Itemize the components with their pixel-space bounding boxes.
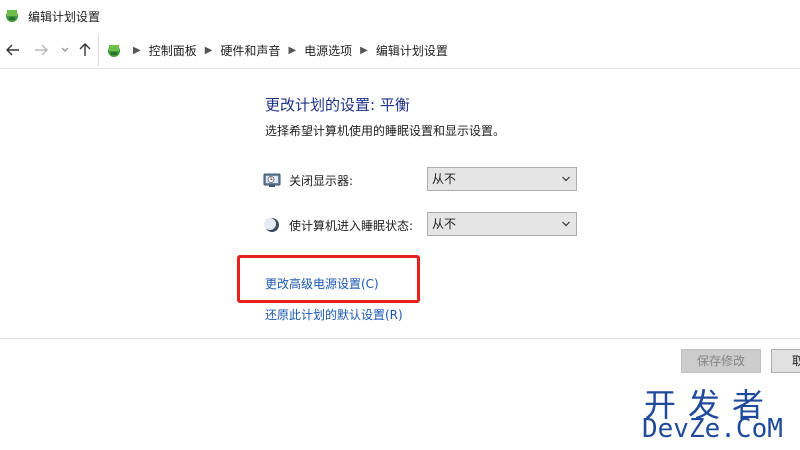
breadcrumb-separator-icon[interactable]: ▶ — [360, 45, 368, 56]
up-button[interactable] — [76, 41, 94, 59]
breadcrumb-separator-icon[interactable]: ▶ — [288, 45, 296, 56]
back-button[interactable] — [4, 41, 22, 59]
sleep-setting: 使计算机进入睡眠状态: 从不 — [263, 212, 583, 238]
sleep-select[interactable]: 从不 — [427, 212, 577, 236]
title-bar: 编辑计划设置 — [0, 0, 800, 32]
arrow-left-icon — [6, 44, 19, 56]
restore-defaults-link[interactable]: 还原此计划的默认设置(R) — [265, 306, 403, 323]
breadcrumb-separator-icon[interactable]: ▶ — [205, 45, 213, 56]
moon-icon — [264, 218, 279, 232]
navigation-bar: ▶ 控制面板 ▶ 硬件和声音 ▶ 电源选项 ▶ 编辑计划设置 — [0, 32, 800, 69]
chevron-down-icon — [61, 47, 69, 52]
monitor-icon — [263, 173, 281, 187]
chevron-down-icon — [562, 176, 570, 182]
recent-locations-button[interactable] — [56, 41, 74, 59]
control-panel-icon — [108, 45, 120, 57]
breadcrumb-item[interactable]: 控制面板 — [149, 42, 197, 59]
chevron-down-icon — [562, 221, 570, 227]
sleep-label: 使计算机进入睡眠状态: — [289, 219, 414, 233]
breadcrumb: ▶ 控制面板 ▶ 硬件和声音 ▶ 电源选项 ▶ 编辑计划设置 — [125, 34, 448, 66]
cancel-button[interactable]: 取消 — [771, 349, 800, 373]
arrow-right-icon — [35, 44, 48, 56]
display-off-select[interactable]: 从不 — [427, 167, 577, 191]
breadcrumb-item[interactable]: 硬件和声音 — [220, 42, 280, 59]
forward-button[interactable] — [32, 41, 50, 59]
control-panel-icon — [6, 10, 18, 22]
breadcrumb-item[interactable]: 电源选项 — [304, 42, 352, 59]
breadcrumb-item[interactable]: 编辑计划设置 — [376, 42, 448, 59]
watermark-english: DevZe.CoM — [642, 414, 783, 444]
page-title: 更改计划的设置: 平衡 — [265, 96, 410, 114]
advanced-power-settings-link[interactable]: 更改高级电源设置(C) — [265, 275, 379, 292]
page-description: 选择希望计算机使用的睡眠设置和显示设置。 — [265, 124, 506, 138]
display-off-value: 从不 — [432, 172, 457, 186]
sleep-value: 从不 — [432, 217, 457, 231]
arrow-up-icon — [79, 43, 91, 56]
display-off-setting: 关闭显示器: 从不 — [263, 167, 583, 193]
breadcrumb-separator-icon: ▶ — [133, 44, 141, 56]
window-title: 编辑计划设置 — [28, 10, 101, 24]
save-button[interactable]: 保存修改 — [681, 349, 761, 373]
footer-divider — [0, 338, 800, 339]
address-bar[interactable]: ▶ 控制面板 ▶ 硬件和声音 ▶ 电源选项 ▶ 编辑计划设置 — [98, 34, 800, 66]
display-off-label: 关闭显示器: — [289, 174, 354, 188]
